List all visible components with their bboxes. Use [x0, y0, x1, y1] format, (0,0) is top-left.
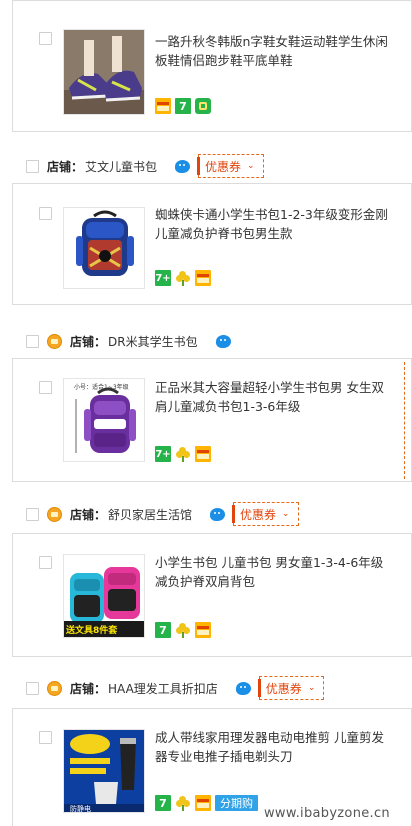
cart-item-card: 送文具8件套 小学生书包 儿童书包 男女童1-3-4-6年级减负护脊双肩背包 7: [12, 533, 412, 657]
shop-label: 店铺：: [70, 507, 107, 522]
shop-label: 店铺：: [70, 334, 107, 349]
service-icons: 7+: [155, 446, 211, 462]
coupon-button[interactable]: 优惠券 ⌄: [197, 154, 264, 178]
credit-card-icon: [195, 446, 211, 462]
product-title[interactable]: 成人带线家用理发器电动电推剪 儿童剪发器专业电推子插电剃头刀: [155, 728, 395, 766]
shop-checkbox[interactable]: [26, 681, 39, 695]
shop-badge-icon: [47, 333, 62, 349]
service-icons: 7 分期购: [155, 795, 258, 811]
shop-header: 店铺： 艾文儿童书包 优惠券 ⌄: [26, 154, 264, 178]
product-thumbnail[interactable]: [63, 29, 145, 115]
product-thumbnail[interactable]: 送文具8件套: [63, 554, 145, 638]
shop-checkbox[interactable]: [26, 507, 39, 521]
site-watermark: www.ibabyzone.cn: [264, 806, 390, 821]
shop-name-link[interactable]: 舒贝家居生活馆: [108, 506, 192, 523]
shop-checkbox[interactable]: [26, 159, 39, 173]
shop-badge-icon: [47, 506, 62, 522]
shop-label: 店铺：: [47, 159, 84, 174]
wangwang-chat-icon[interactable]: [235, 681, 251, 695]
flower-icon: [175, 622, 191, 638]
product-title[interactable]: 正品米其大容量超轻小学生书包男 女生双肩儿童减负书包1-3-6年级: [155, 378, 395, 416]
shop-checkbox[interactable]: [26, 334, 39, 348]
shop-name-link[interactable]: HAA理发工具折扣店: [108, 680, 218, 697]
service-icons: 7: [155, 98, 211, 114]
coupon-label: 优惠券: [240, 507, 277, 522]
item-checkbox[interactable]: [39, 32, 52, 45]
credit-card-icon: [155, 98, 171, 114]
service-icons: 7: [155, 622, 211, 638]
chevron-down-icon: ⌄: [307, 683, 316, 693]
service-icons: 7+: [155, 270, 211, 286]
shop-header: 店铺： DR米其学生书包: [26, 331, 231, 351]
flower-icon: [175, 446, 191, 462]
chevron-down-icon: ⌄: [247, 161, 255, 171]
wangwang-chat-icon[interactable]: [215, 334, 231, 348]
wangwang-chat-icon[interactable]: [210, 507, 226, 521]
coupon-button[interactable]: 优惠券 ⌄: [257, 676, 325, 700]
product-title[interactable]: 一路升秋冬韩版n字鞋女鞋运动鞋学生休闲板鞋情侣跑步鞋平底单鞋: [155, 32, 395, 70]
tmall-7plus-icon: 7+: [155, 446, 171, 462]
coupon-button[interactable]: 优惠券 ⌄: [232, 502, 299, 526]
schoolbag-image: [75, 387, 136, 453]
product-thumbnail[interactable]: 小号：适合1~3年级: [63, 378, 145, 462]
flower-icon: [175, 270, 191, 286]
item-checkbox[interactable]: [39, 731, 52, 744]
wangwang-chat-icon[interactable]: [175, 159, 191, 173]
shop-badge-icon: [47, 680, 62, 696]
robot-service-icon: [195, 98, 211, 114]
item-checkbox[interactable]: [39, 556, 52, 569]
promo-banner: 送文具8件套: [66, 626, 118, 636]
tmall-7plus-icon: 7+: [155, 270, 171, 286]
chevron-down-icon: ⌄: [282, 509, 290, 519]
coupon-label: 优惠券: [265, 681, 302, 696]
sneaker-image: [64, 30, 144, 114]
hair-clipper-image: [64, 730, 144, 812]
credit-card-icon: [195, 795, 211, 811]
shop-name-link[interactable]: DR米其学生书包: [108, 333, 198, 350]
tmall-7-day-return-icon: 7: [155, 622, 171, 638]
product-title[interactable]: 小学生书包 儿童书包 男女童1-3-4-6年级减负护脊双肩背包: [155, 553, 395, 591]
coupon-label: 优惠券: [205, 159, 242, 174]
credit-card-icon: [195, 270, 211, 286]
cart-item-card: 蜘蛛侠卡通小学生书包1-2-3年级变形金刚儿童减负护脊书包男生款 7+: [12, 183, 412, 305]
shop-header: 店铺： 舒贝家居生活馆 优惠券 ⌄: [26, 502, 299, 526]
credit-card-icon: [195, 622, 211, 638]
tmall-7-day-return-icon: 7: [175, 98, 191, 114]
shop-label: 店铺：: [70, 681, 107, 696]
item-checkbox[interactable]: [39, 207, 52, 220]
coupon-panel-edge: [404, 362, 412, 479]
product-title[interactable]: 蜘蛛侠卡通小学生书包1-2-3年级变形金刚儿童减负护脊书包男生款: [155, 205, 395, 243]
cart-item-card: 一路升秋冬韩版n字鞋女鞋运动鞋学生休闲板鞋情侣跑步鞋平底单鞋 7: [12, 0, 412, 132]
schoolbag-image: [64, 208, 144, 288]
product-thumbnail[interactable]: [63, 207, 145, 289]
shop-header: 店铺： HAA理发工具折扣店 优惠券 ⌄: [26, 676, 325, 700]
tmall-7-day-return-icon: 7: [155, 795, 171, 811]
cart-item-card: 小号：适合1~3年级 正品米其大容量超轻小学生书包男 女生双肩儿童减负书包1-3…: [12, 358, 412, 482]
thumb-caption: 小号：适合1~3年级: [74, 384, 129, 391]
item-checkbox[interactable]: [39, 381, 52, 394]
flower-icon: [175, 795, 191, 811]
installment-badge[interactable]: 分期购: [215, 795, 258, 811]
product-thumbnail[interactable]: 防静电: [63, 729, 145, 813]
shop-name-link[interactable]: 艾文儿童书包: [85, 158, 157, 175]
thumb-badge: 防静电: [70, 805, 91, 813]
